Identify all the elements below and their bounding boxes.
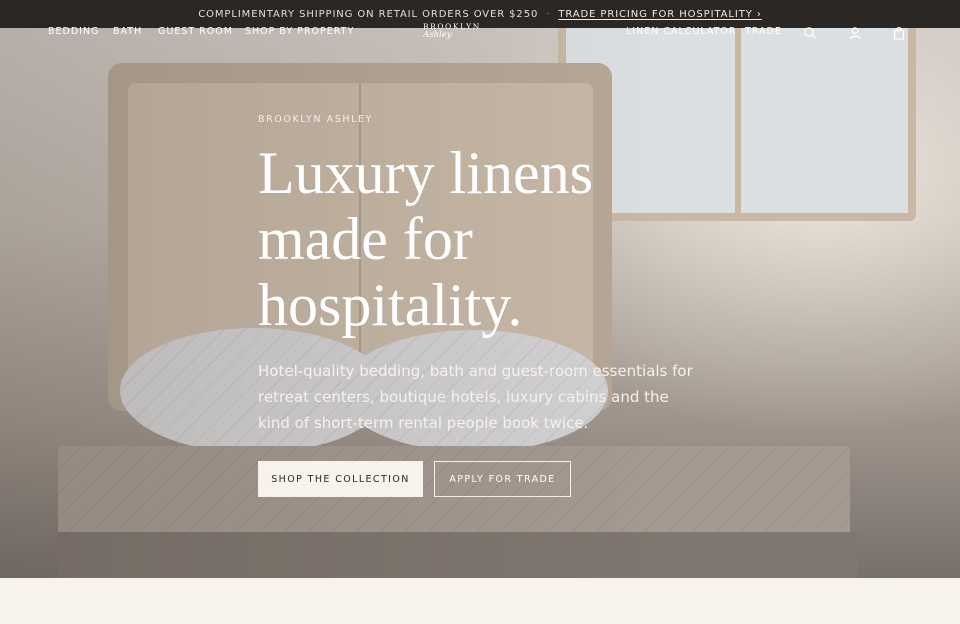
announcement-separator: · (546, 8, 551, 20)
trade-pricing-link[interactable]: TRADE PRICING FOR HOSPITALITY › (558, 9, 761, 20)
nav-guest-room[interactable]: GUEST ROOM (158, 26, 233, 37)
search-icon[interactable] (803, 26, 817, 40)
main-nav: BEDDING BATH GUEST ROOM SHOP BY PROPERTY… (0, 22, 960, 40)
nav-bedding[interactable]: BEDDING (48, 26, 99, 37)
account-icon[interactable] (848, 26, 862, 40)
nav-linen-calculator[interactable]: LINEN CALCULATOR (626, 26, 737, 37)
brand-logo[interactable]: BROOKLYN Ashley (423, 22, 493, 40)
shop-collection-button[interactable]: SHOP THE COLLECTION (258, 461, 423, 497)
apply-for-trade-button[interactable]: APPLY FOR TRADE (434, 461, 571, 497)
logo-wordmark-bottom: Ashley (423, 30, 452, 40)
below-hero-section (0, 578, 960, 624)
hero-subcopy: Hotel-quality bedding, bath and guest-ro… (258, 362, 693, 432)
nav-trade[interactable]: TRADE (745, 26, 782, 37)
nav-shop-by-property[interactable]: SHOP BY PROPERTY (245, 26, 354, 37)
hero-headline: Luxury linens made for hospitality. (258, 140, 593, 338)
hero-eyebrow: BROOKLYN ASHLEY (258, 114, 374, 125)
bag-icon[interactable] (892, 26, 906, 40)
shipping-announcement: COMPLIMENTARY SHIPPING ON RETAIL ORDERS … (198, 8, 539, 20)
nav-bath[interactable]: BATH (113, 26, 142, 37)
